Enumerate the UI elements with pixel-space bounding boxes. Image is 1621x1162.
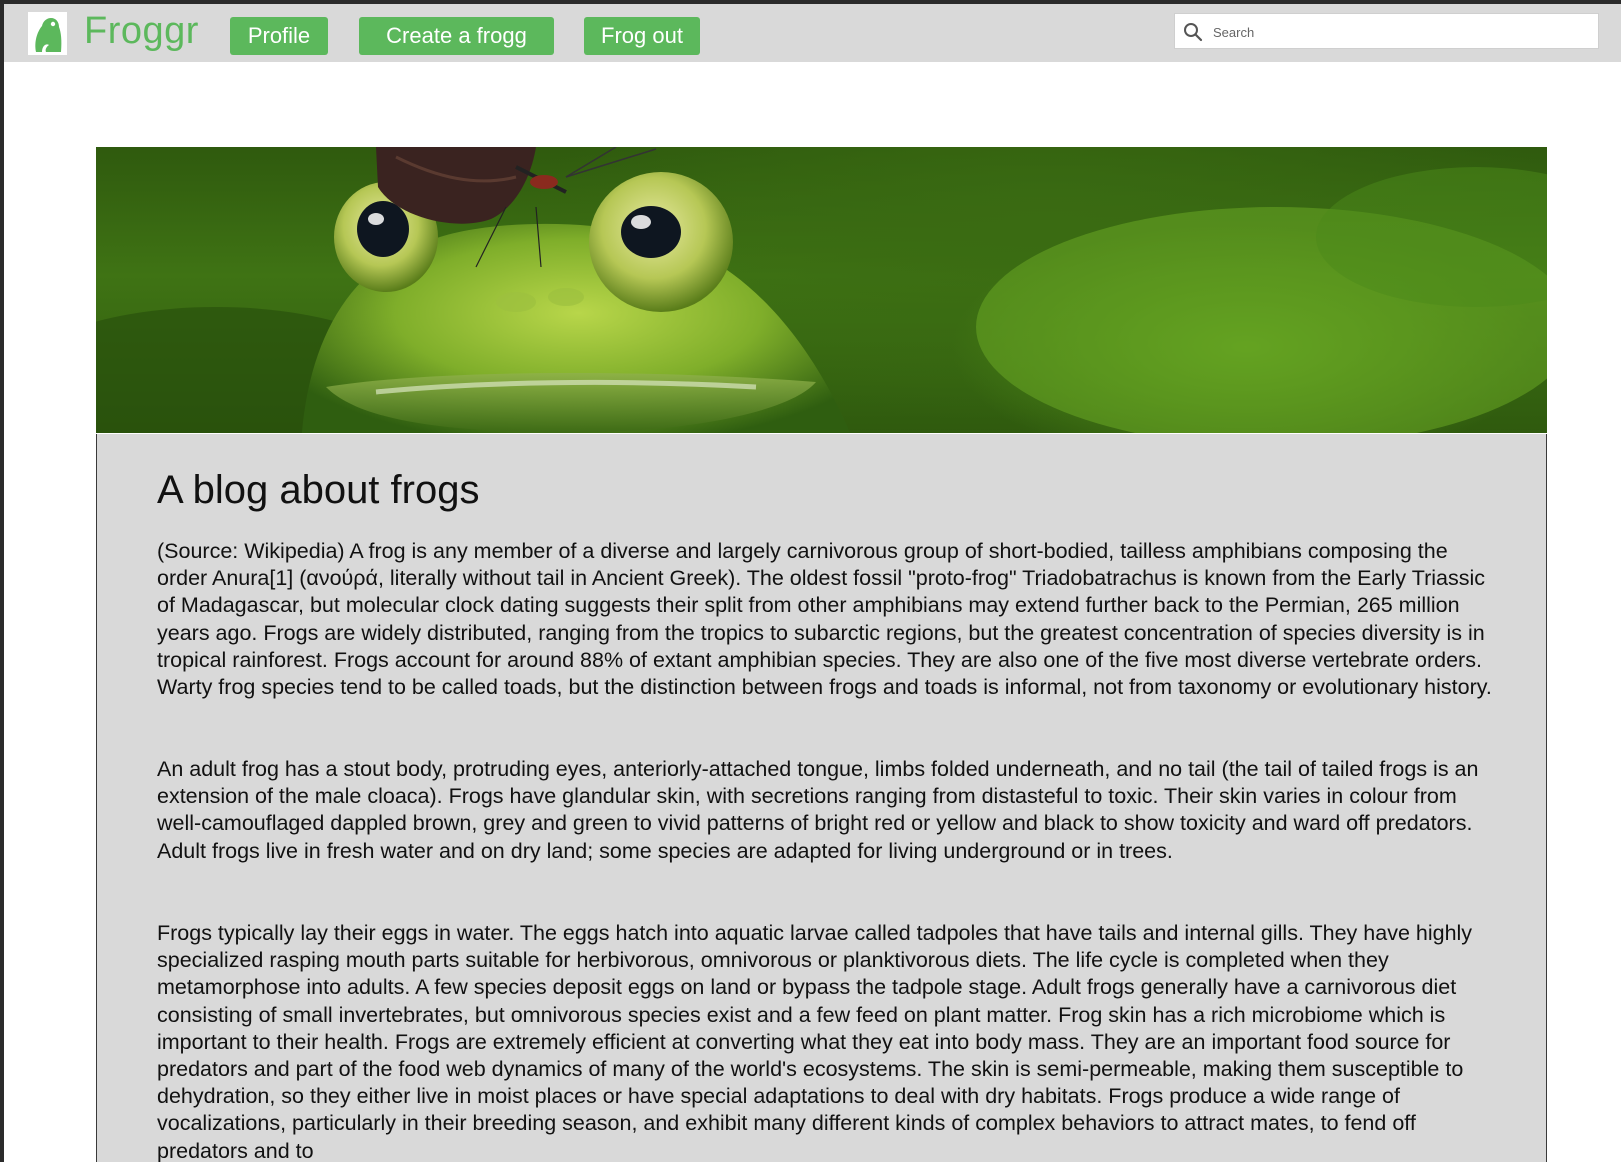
profile-button[interactable]: Profile (230, 17, 328, 55)
post-paragraph-1: (Source: Wikipedia) A frog is any member… (157, 539, 1492, 700)
create-frogg-button[interactable]: Create a frogg (359, 17, 554, 55)
brand-name[interactable]: Froggr (84, 10, 199, 53)
frog-logo-icon[interactable] (28, 12, 67, 55)
post-title: A blog about frogs (157, 468, 480, 512)
post-paragraph-2: An adult frog has a stout body, protrudi… (157, 757, 1479, 863)
search-bar[interactable] (1174, 13, 1599, 50)
search-input[interactable] (1211, 14, 1595, 50)
search-icon (1184, 23, 1203, 42)
post-paragraph-3: Frogs typically lay their eggs in water.… (157, 921, 1473, 1162)
blog-post: A blog about frogs (Source: Wikipedia) A… (96, 434, 1547, 1162)
hero-banner-image (96, 147, 1547, 433)
top-navbar: Froggr Profile Create a frogg Frog out (4, 4, 1621, 62)
frog-out-button[interactable]: Frog out (584, 17, 700, 55)
app-window: Froggr Profile Create a frogg Frog out S… (4, 4, 1621, 1162)
